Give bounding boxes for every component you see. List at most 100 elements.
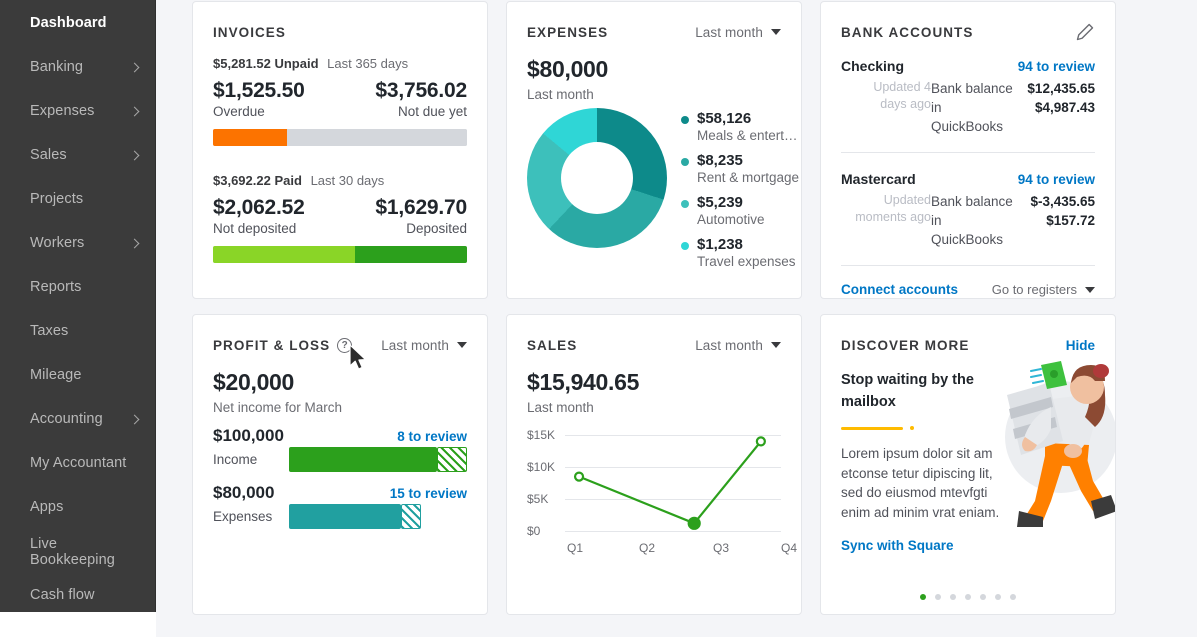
pencil-icon[interactable] [1075, 22, 1095, 42]
pagination-dot[interactable] [950, 594, 956, 600]
legend-color-dot [681, 158, 689, 166]
discover-title: DISCOVER MORE [841, 338, 969, 353]
chevron-right-icon [131, 151, 141, 161]
pagination-dot[interactable] [935, 594, 941, 600]
discover-heading: Stop waiting by the mailbox [841, 369, 1001, 413]
sales-card: SALES Last month $15,940.65 Last month $… [506, 314, 802, 615]
sidebar-item-mileage[interactable]: Mileage [0, 354, 155, 398]
chevron-down-icon [457, 342, 467, 348]
deposited-segment [355, 246, 467, 263]
bank-balance-value: $-3,435.65 [1017, 192, 1095, 211]
bank-account-name: Checking [841, 58, 904, 74]
mailbox-illustration [989, 351, 1116, 531]
sidebar-item-apps[interactable]: Apps [0, 486, 155, 530]
sync-with-square-link[interactable]: Sync with Square [841, 538, 954, 553]
profit-loss-bar-pending [401, 504, 421, 529]
sidebar-item-banking[interactable]: Banking [0, 46, 155, 90]
sidebar-nav: Dashboard Banking Expenses Sales Projects Wor… [0, 0, 156, 612]
legend-color-dot [681, 242, 689, 250]
bank-accounts-card: BANK ACCOUNTS Checking94 to reviewBank b… [820, 1, 1116, 299]
profit-loss-header: PROFIT & LOSS ? Last month [213, 335, 467, 355]
chart-data-point[interactable] [689, 518, 700, 529]
profit-loss-card: PROFIT & LOSS ? Last month $20,000 Net i… [192, 314, 488, 615]
sales-period-label: Last month [695, 338, 763, 353]
sidebar-item-reports[interactable]: Reports [0, 266, 155, 310]
sidebar-item-label: Banking [30, 60, 131, 75]
sidebar-item-sales[interactable]: Sales [0, 134, 155, 178]
expenses-legend-item[interactable]: $5,239Automotive [681, 194, 799, 227]
expenses-legend-item[interactable]: $58,126Meals & entert… [681, 110, 799, 143]
bank-review-link[interactable]: 94 to review [1018, 172, 1095, 187]
pagination-dot[interactable] [920, 594, 926, 600]
chevron-right-icon [131, 107, 141, 117]
chart-data-point[interactable] [575, 473, 583, 481]
sidebar-item-expenses[interactable]: Expenses [0, 90, 155, 134]
sidebar-item-workers[interactable]: Workers [0, 222, 155, 266]
bank-title: BANK ACCOUNTS [841, 25, 973, 40]
sidebar-item-label: Cash flow [30, 588, 141, 603]
expenses-card: EXPENSES Last month $80,000 Last month $… [506, 1, 802, 299]
pagination-dot[interactable] [995, 594, 1001, 600]
sidebar-item-label: Accounting [30, 412, 131, 427]
sidebar-item-label: My Accountant [30, 456, 141, 471]
invoices-paid-word: Paid [274, 173, 301, 188]
profit-loss-bar[interactable] [289, 447, 467, 472]
profit-loss-amount: $80,000 [213, 483, 289, 503]
invoices-notdue-amount: $3,756.02 [375, 79, 467, 103]
sidebar-item-taxes[interactable]: Taxes [0, 310, 155, 354]
quickbooks-balance-value: $157.72 [1017, 211, 1095, 230]
sidebar-item-projects[interactable]: Projects [0, 178, 155, 222]
invoices-deposited-amount: $1,629.70 [375, 196, 467, 220]
chart-data-point[interactable] [757, 437, 765, 445]
invoices-notdue-label: Not due yet [375, 104, 467, 119]
expenses-total-sub: Last month [527, 87, 781, 102]
legend-label: Travel expenses [697, 254, 799, 269]
profit-loss-review-link[interactable]: 8 to review [397, 429, 467, 444]
invoices-unpaid-range: Last 365 days [327, 56, 408, 71]
expenses-period-dropdown[interactable]: Last month [695, 25, 781, 40]
profit-loss-amount: $100,000 [213, 426, 289, 446]
sidebar-item-live-bookkeeping[interactable]: Live Bookkeeping [0, 530, 155, 574]
pagination-dot[interactable] [980, 594, 986, 600]
bank-review-link[interactable]: 94 to review [1018, 59, 1095, 74]
expenses-legend-item[interactable]: $8,235Rent & mortgage [681, 152, 799, 185]
discover-more-card: DISCOVER MORE Hide Stop waiting by the m… [820, 314, 1116, 615]
connect-accounts-link[interactable]: Connect accounts [841, 282, 958, 297]
profit-loss-bar[interactable] [289, 504, 467, 529]
invoices-unpaid-row: $1,525.50 Overdue $3,756.02 Not due yet [213, 79, 467, 119]
profit-loss-period-dropdown[interactable]: Last month [381, 338, 467, 353]
overdue-segment [213, 129, 287, 146]
profit-loss-review-link[interactable]: 15 to review [390, 486, 467, 501]
invoices-paid-row: $2,062.52 Not deposited $1,629.70 Deposi… [213, 196, 467, 236]
profit-loss-row: $100,000 8 to review Income [213, 426, 467, 472]
pagination-dot[interactable] [965, 594, 971, 600]
question-mark-icon[interactable]: ? [337, 338, 352, 353]
profit-loss-label: Expenses [213, 509, 289, 524]
sidebar-item-label: Workers [30, 236, 131, 251]
sidebar-item-dashboard[interactable]: Dashboard [0, 2, 155, 46]
invoices-notdeposited-label: Not deposited [213, 221, 305, 236]
profit-loss-row: $80,000 15 to review Expenses [213, 483, 467, 529]
sidebar-item-label: Expenses [30, 104, 131, 119]
divider [841, 152, 1095, 153]
legend-label: Meals & entert… [697, 128, 799, 143]
invoices-paid-range: Last 30 days [311, 173, 385, 188]
sidebar-item-cash-flow[interactable]: Cash flow [0, 574, 155, 618]
sales-line-chart[interactable]: $0$5K$10K$15KQ1Q2Q3Q4 [527, 427, 781, 557]
sidebar-item-accounting[interactable]: Accounting [0, 398, 155, 442]
sales-header: SALES Last month [527, 335, 781, 355]
sales-period-dropdown[interactable]: Last month [695, 338, 781, 353]
expenses-legend-item[interactable]: $1,238Travel expenses [681, 236, 799, 269]
expenses-donut-chart[interactable] [527, 108, 667, 248]
invoices-paid-bar[interactable] [213, 246, 467, 263]
sidebar-item-label: Projects [30, 192, 141, 207]
sidebar-item-label: Dashboard [30, 16, 141, 31]
profit-loss-net-income: $20,000 [213, 369, 467, 396]
pagination-dot[interactable] [1010, 594, 1016, 600]
profit-loss-label: Income [213, 452, 289, 467]
sidebar-item-label: Sales [30, 148, 131, 163]
go-to-registers-dropdown[interactable]: Go to registers [992, 282, 1095, 297]
main-content: INVOICES $5,281.52 Unpaid Last 365 days … [156, 0, 1197, 637]
invoices-unpaid-bar[interactable] [213, 129, 467, 146]
sidebar-item-my-accountant[interactable]: My Accountant [0, 442, 155, 486]
